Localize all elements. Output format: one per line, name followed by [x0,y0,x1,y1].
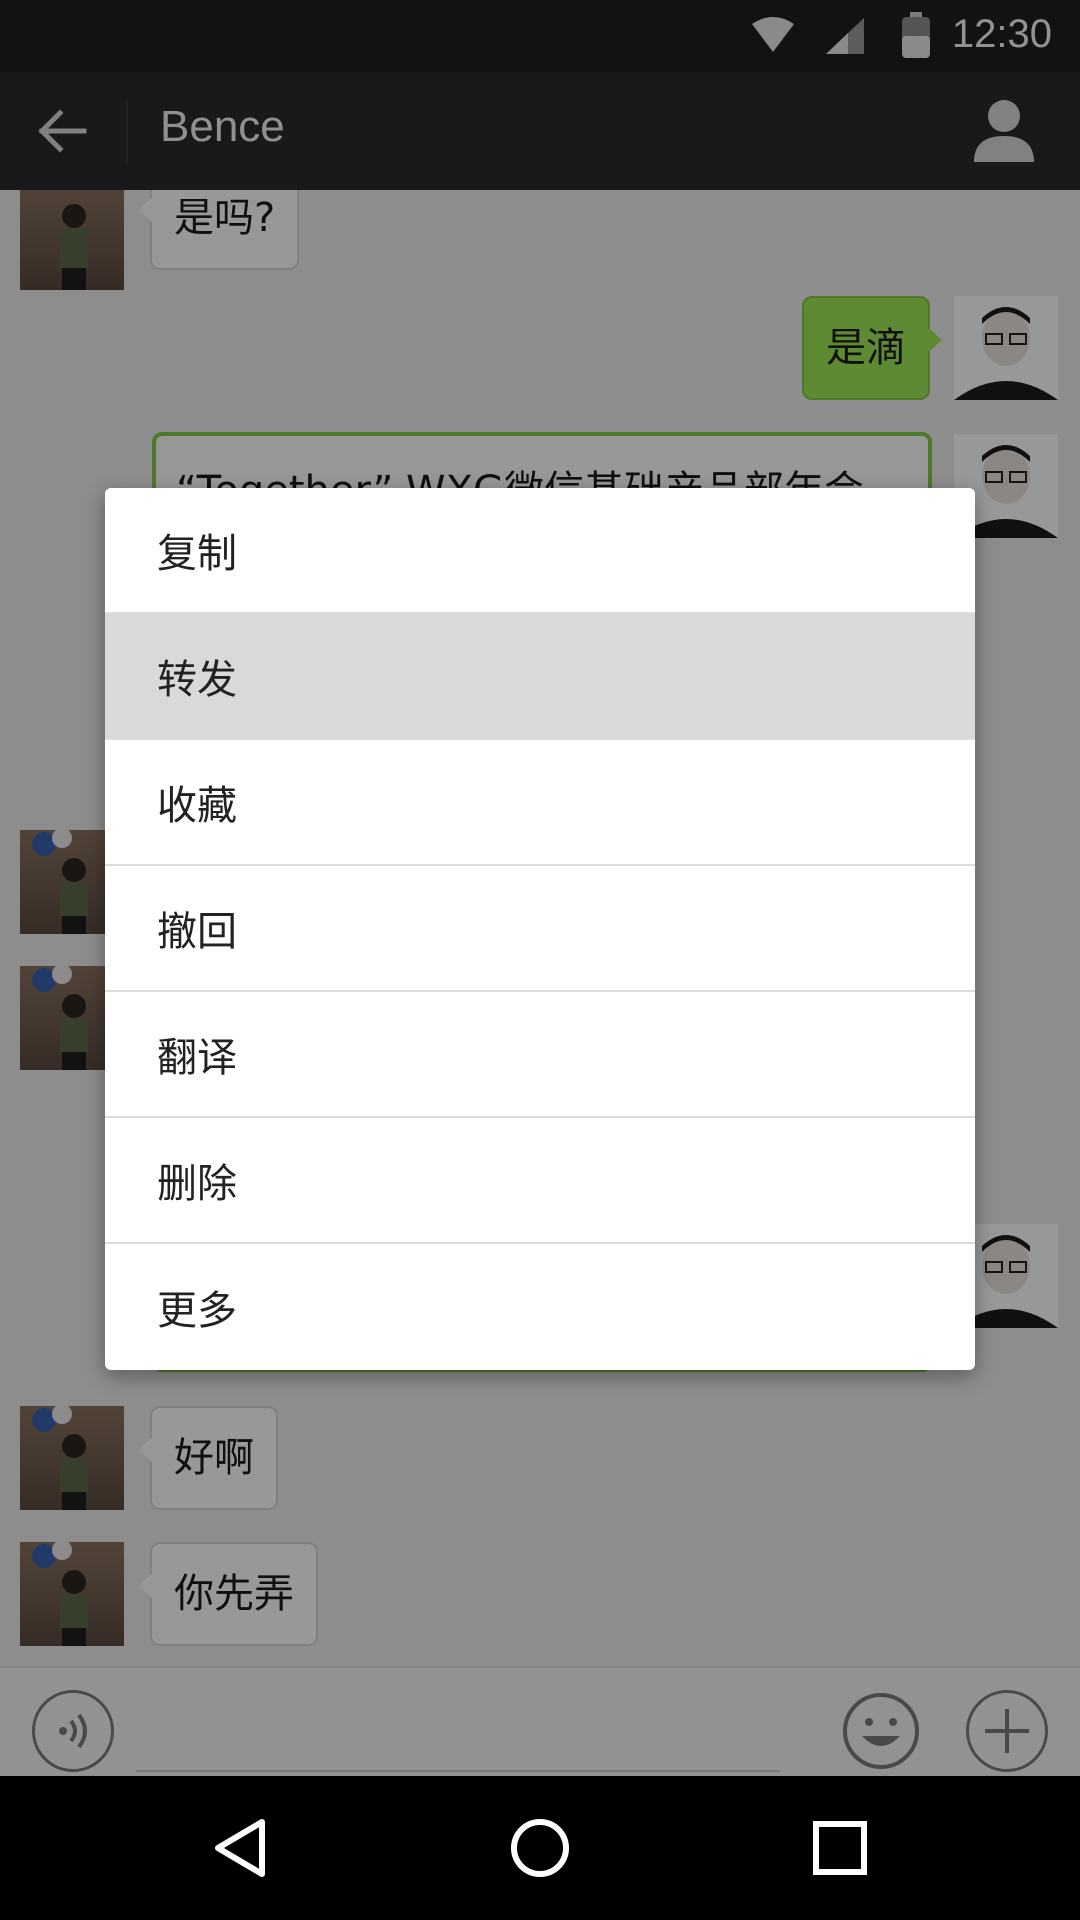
back-triangle-icon[interactable] [204,1812,276,1884]
menu-item-copy[interactable]: 复制 [105,488,975,614]
menu-item-label: 撤回 [157,909,237,955]
system-nav-bar [0,1776,1080,1920]
menu-item-label: 转发 [157,657,237,703]
menu-item-recall[interactable]: 撤回 [105,866,975,992]
menu-item-label: 收藏 [157,783,237,829]
menu-item-label: 翻译 [157,1035,237,1081]
menu-item-more[interactable]: 更多 [105,1244,975,1370]
message-context-menu: 复制 转发 收藏 撤回 翻译 删除 更多 [105,488,975,1370]
menu-item-forward[interactable]: 转发 [105,614,975,740]
menu-item-favorite[interactable]: 收藏 [105,740,975,866]
menu-item-label: 删除 [157,1161,237,1207]
menu-item-label: 复制 [157,531,237,577]
home-circle-icon[interactable] [504,1812,576,1884]
menu-item-label: 更多 [157,1288,237,1334]
menu-item-translate[interactable]: 翻译 [105,992,975,1118]
recents-square-icon[interactable] [804,1812,876,1884]
menu-item-delete[interactable]: 删除 [105,1118,975,1244]
